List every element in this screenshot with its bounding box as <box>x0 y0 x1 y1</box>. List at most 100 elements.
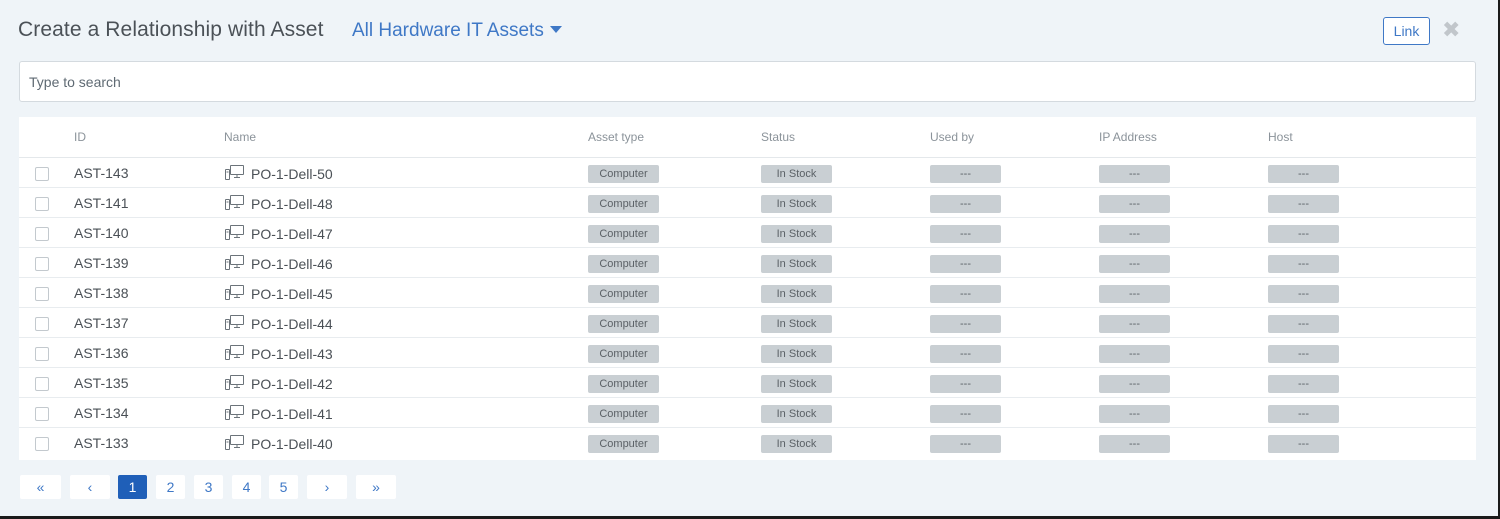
asset-name-cell[interactable]: PO-1-Dell-41 <box>225 403 333 422</box>
used-by-badge: --- <box>930 165 1001 183</box>
row-checkbox[interactable] <box>35 317 49 331</box>
asset-name-cell[interactable]: PO-1-Dell-45 <box>225 283 333 302</box>
asset-id: AST-137 <box>74 315 129 331</box>
page-3-button[interactable]: 3 <box>194 475 223 499</box>
computer-icon <box>225 163 251 180</box>
asset-name-cell[interactable]: PO-1-Dell-44 <box>225 313 333 332</box>
asset-name: PO-1-Dell-45 <box>251 286 333 302</box>
table-row[interactable]: AST-136 PO-1-Dell-43 Computer In Stock --- --… <box>19 338 1476 368</box>
column-header-asset-type[interactable]: Asset type <box>588 130 644 144</box>
table-row[interactable]: AST-140 PO-1-Dell-47 Computer In Stock --- --… <box>19 218 1476 248</box>
page-1-button[interactable]: 1 <box>118 475 147 499</box>
asset-name: PO-1-Dell-41 <box>251 406 333 422</box>
column-header-ip-address[interactable]: IP Address <box>1099 130 1157 144</box>
host-badge: --- <box>1268 195 1339 213</box>
used-by-badge: --- <box>930 195 1001 213</box>
page-2-button[interactable]: 2 <box>156 475 185 499</box>
table-row[interactable]: AST-137 PO-1-Dell-44 Computer In Stock --- --… <box>19 308 1476 338</box>
row-checkbox[interactable] <box>35 287 49 301</box>
status-badge: In Stock <box>761 405 832 423</box>
used-by-badge: --- <box>930 375 1001 393</box>
column-header-status[interactable]: Status <box>761 130 795 144</box>
column-header-name[interactable]: Name <box>224 130 256 144</box>
table-row[interactable]: AST-139 PO-1-Dell-46 Computer In Stock --- --… <box>19 248 1476 278</box>
host-badge: --- <box>1268 285 1339 303</box>
status-badge: In Stock <box>761 375 832 393</box>
asset-name: PO-1-Dell-42 <box>251 376 333 392</box>
ip-address-badge: --- <box>1099 225 1170 243</box>
asset-filter-label: All Hardware IT Assets <box>352 20 544 41</box>
table-body: AST-143 PO-1-Dell-50 Computer In Stock --- --… <box>19 158 1476 458</box>
ip-address-badge: --- <box>1099 285 1170 303</box>
link-button[interactable]: Link <box>1383 17 1430 45</box>
asset-id: AST-143 <box>74 165 129 181</box>
status-badge: In Stock <box>761 345 832 363</box>
table-row[interactable]: AST-138 PO-1-Dell-45 Computer In Stock --- --… <box>19 278 1476 308</box>
search-input[interactable] <box>19 61 1476 102</box>
row-checkbox[interactable] <box>35 407 49 421</box>
status-badge: In Stock <box>761 195 832 213</box>
asset-id: AST-136 <box>74 345 129 361</box>
asset-id: AST-133 <box>74 435 129 451</box>
last-page-button[interactable]: » <box>356 475 396 499</box>
row-checkbox[interactable] <box>35 197 49 211</box>
row-checkbox[interactable] <box>35 167 49 181</box>
asset-name-cell[interactable]: PO-1-Dell-42 <box>225 373 333 392</box>
asset-name: PO-1-Dell-50 <box>251 166 333 182</box>
column-header-host[interactable]: Host <box>1268 130 1293 144</box>
row-checkbox[interactable] <box>35 257 49 271</box>
table-row[interactable]: AST-133 PO-1-Dell-40 Computer In Stock --- --… <box>19 428 1476 458</box>
column-header-used-by[interactable]: Used by <box>930 130 974 144</box>
first-page-button[interactable]: « <box>20 475 61 499</box>
column-header-id[interactable]: ID <box>74 130 86 144</box>
ip-address-badge: --- <box>1099 315 1170 333</box>
host-badge: --- <box>1268 345 1339 363</box>
used-by-badge: --- <box>930 345 1001 363</box>
page-4-button[interactable]: 4 <box>232 475 261 499</box>
asset-type-badge: Computer <box>588 345 659 363</box>
asset-type-badge: Computer <box>588 255 659 273</box>
used-by-badge: --- <box>930 405 1001 423</box>
asset-name-cell[interactable]: PO-1-Dell-40 <box>225 433 333 452</box>
asset-name: PO-1-Dell-47 <box>251 226 333 242</box>
ip-address-badge: --- <box>1099 345 1170 363</box>
table-row[interactable]: AST-135 PO-1-Dell-42 Computer In Stock --- --… <box>19 368 1476 398</box>
asset-name-cell[interactable]: PO-1-Dell-47 <box>225 223 333 242</box>
page-5-button[interactable]: 5 <box>269 475 298 499</box>
table-row[interactable]: AST-134 PO-1-Dell-41 Computer In Stock --- --… <box>19 398 1476 428</box>
asset-name-cell[interactable]: PO-1-Dell-43 <box>225 343 333 362</box>
asset-filter-dropdown[interactable]: All Hardware IT Assets <box>352 20 562 42</box>
asset-name-cell[interactable]: PO-1-Dell-50 <box>225 163 333 182</box>
status-badge: In Stock <box>761 165 832 183</box>
close-icon[interactable]: ✖ <box>1442 16 1460 44</box>
row-checkbox[interactable] <box>35 437 49 451</box>
computer-icon <box>225 403 251 420</box>
asset-name-cell[interactable]: PO-1-Dell-48 <box>225 193 333 212</box>
host-badge: --- <box>1268 225 1339 243</box>
table-row[interactable]: AST-143 PO-1-Dell-50 Computer In Stock --- --… <box>19 158 1476 188</box>
computer-icon <box>225 193 251 210</box>
host-badge: --- <box>1268 255 1339 273</box>
used-by-badge: --- <box>930 315 1001 333</box>
asset-name: PO-1-Dell-40 <box>251 436 333 452</box>
ip-address-badge: --- <box>1099 435 1170 453</box>
asset-name-cell[interactable]: PO-1-Dell-46 <box>225 253 333 272</box>
asset-name: PO-1-Dell-44 <box>251 316 333 332</box>
row-checkbox[interactable] <box>35 377 49 391</box>
status-badge: In Stock <box>761 225 832 243</box>
used-by-badge: --- <box>930 225 1001 243</box>
asset-type-badge: Computer <box>588 165 659 183</box>
row-checkbox[interactable] <box>35 347 49 361</box>
asset-type-badge: Computer <box>588 195 659 213</box>
asset-name: PO-1-Dell-43 <box>251 346 333 362</box>
next-page-button[interactable]: › <box>307 475 347 499</box>
prev-page-button[interactable]: ‹ <box>70 475 110 499</box>
row-checkbox[interactable] <box>35 227 49 241</box>
host-badge: --- <box>1268 315 1339 333</box>
table-row[interactable]: AST-141 PO-1-Dell-48 Computer In Stock --- --… <box>19 188 1476 218</box>
asset-name: PO-1-Dell-48 <box>251 196 333 212</box>
computer-icon <box>225 373 251 390</box>
used-by-badge: --- <box>930 435 1001 453</box>
status-badge: In Stock <box>761 255 832 273</box>
asset-id: AST-139 <box>74 255 129 271</box>
